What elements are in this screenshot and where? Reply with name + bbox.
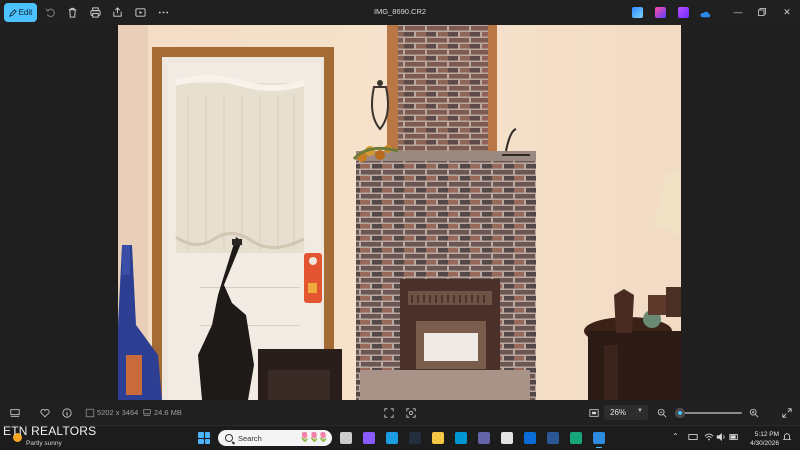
zoom-in-icon[interactable] [748, 407, 759, 418]
minimize-button[interactable]: — [731, 5, 745, 19]
ime-icon[interactable] [688, 432, 698, 444]
image-dimensions: 5202 x 3464 [97, 408, 139, 417]
chevron-down-icon: ▼ [637, 408, 643, 414]
chevron-up-icon[interactable]: ⌃ [672, 432, 679, 441]
zoom-level-value: 26% [610, 408, 627, 417]
zoom-out-icon[interactable] [656, 407, 667, 418]
crop-select-icon[interactable] [383, 407, 394, 418]
search-icon [225, 434, 233, 442]
taskbar-amazon-icon[interactable] [409, 432, 421, 444]
dimensions-icon [84, 407, 95, 418]
taskbar-edge-icon[interactable] [386, 432, 398, 444]
zoom-slider[interactable] [674, 408, 742, 418]
taskbar-file-explorer-icon[interactable] [432, 432, 444, 444]
edit-icon [8, 8, 17, 17]
visual-search-icon[interactable] [405, 407, 416, 418]
delete-icon[interactable] [66, 6, 79, 19]
weather-condition: Partly sunny [26, 440, 62, 447]
edit-label: Edit [18, 8, 33, 17]
rotate-icon[interactable] [44, 6, 57, 19]
file-size: 24.6 MB [154, 408, 182, 417]
status-bar: 5202 x 3464 24.6 MB 26% ▼ [0, 400, 800, 425]
volume-icon[interactable] [716, 432, 726, 444]
start-button[interactable] [198, 432, 210, 444]
designer-icon[interactable] [655, 7, 666, 18]
taskbar-hp-icon[interactable] [455, 432, 467, 444]
taskbar-task-view-icon[interactable] [340, 432, 352, 444]
photo-image[interactable] [118, 25, 681, 400]
fit-to-window-icon[interactable] [588, 407, 599, 418]
filmstrip-icon[interactable] [9, 407, 20, 418]
tulips-icon: 🌷🌷🌷 [299, 432, 329, 442]
notification-icon[interactable] [782, 432, 792, 444]
taskbar-store-icon[interactable] [478, 432, 490, 444]
watermark-text: ETN REALTORS [3, 424, 97, 438]
more-icon[interactable] [157, 6, 170, 19]
favorite-icon[interactable] [39, 407, 50, 418]
photo-canvas [0, 25, 800, 400]
info-icon[interactable] [61, 407, 72, 418]
print-icon[interactable] [89, 6, 102, 19]
zoom-level-dropdown[interactable]: 26% ▼ [604, 405, 648, 420]
title-bar: Edit IMG_8690.CR2 — ✕ [0, 0, 800, 25]
search-placeholder: Search [238, 433, 262, 443]
edit-button[interactable]: Edit [4, 3, 37, 22]
clock[interactable]: 5:12 PM 4/30/2026 [733, 430, 779, 448]
interior-photo [118, 25, 681, 400]
fullscreen-icon[interactable] [781, 407, 792, 418]
slideshow-icon[interactable] [134, 6, 147, 19]
taskbar-news-icon[interactable] [547, 432, 559, 444]
taskbar-search[interactable]: Search 🌷🌷🌷 [218, 430, 332, 446]
taskbar-defender-icon[interactable] [570, 432, 582, 444]
taskbar-copilot-icon[interactable] [363, 432, 375, 444]
zoom-slider-thumb[interactable] [674, 408, 685, 418]
onedrive-icon[interactable] [700, 7, 711, 18]
share-icon[interactable] [111, 6, 124, 19]
taskbar-mail-icon[interactable] [524, 432, 536, 444]
file-size-icon [141, 407, 152, 418]
maximize-button[interactable] [755, 5, 769, 19]
clipchamp-icon[interactable] [678, 7, 689, 18]
clock-time: 5:12 PM [754, 431, 779, 438]
taskbar: ETN REALTORS Partly sunny Search 🌷🌷🌷 ⌃ 5… [0, 424, 800, 450]
taskbar-photos-icon[interactable] [593, 432, 605, 448]
clock-date: 4/30/2026 [750, 440, 779, 447]
photos-editor-icon[interactable] [632, 7, 643, 18]
wifi-icon[interactable] [704, 432, 714, 444]
close-button[interactable]: ✕ [780, 5, 794, 19]
taskbar-photos-app-icon[interactable] [501, 432, 513, 444]
